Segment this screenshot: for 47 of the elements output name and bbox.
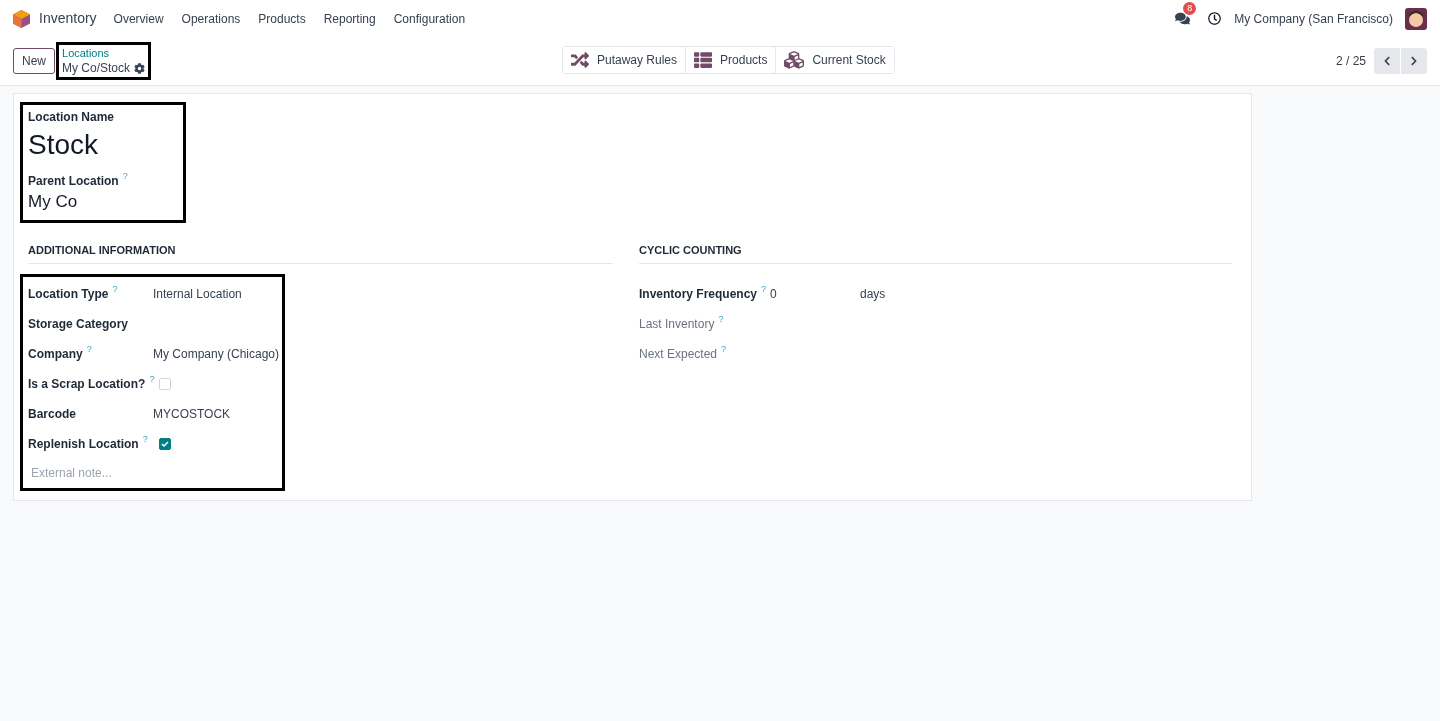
avatar[interactable]	[1405, 7, 1427, 30]
app-title[interactable]: Inventory	[39, 8, 97, 29]
field-value[interactable]: MYCOSTOCK	[153, 404, 231, 423]
list-icon	[694, 51, 713, 69]
parent-location-field[interactable]: My Co	[28, 190, 178, 214]
previous-button[interactable]	[1374, 48, 1400, 74]
field-label: Last Inventory	[639, 315, 715, 333]
settings-icon[interactable]	[134, 62, 146, 74]
location-name-field[interactable]: Stock	[28, 126, 178, 164]
field-label: Location Type	[28, 285, 109, 303]
field-label: Inventory Frequency	[639, 285, 758, 303]
app-logo[interactable]	[13, 9, 30, 28]
field-label: Barcode	[28, 405, 77, 423]
record-title: My Co/Stock	[62, 60, 131, 76]
clock-icon[interactable]	[1208, 12, 1222, 25]
breadcrumb-link[interactable]: Locations	[62, 46, 146, 60]
menu-item[interactable]: Overview	[104, 9, 173, 28]
field-label: Location Name	[28, 109, 115, 126]
field-label: Parent Location	[28, 173, 119, 190]
field-value[interactable]: Internal Location	[153, 284, 242, 303]
field-label: Is a Scrap Location?	[28, 375, 146, 393]
next-button[interactable]	[1401, 48, 1427, 74]
section-title: CYCLIC COUNTING	[639, 242, 1232, 264]
chevron-left-icon	[1382, 56, 1392, 66]
menu-item[interactable]: Operations	[172, 9, 250, 28]
menu-item[interactable]: Products	[249, 9, 315, 28]
pager-value: 2 / 25	[1335, 53, 1366, 70]
new-button[interactable]: New	[13, 48, 55, 74]
smart-button[interactable]: Current Stock	[775, 47, 894, 73]
company-switcher[interactable]: My Company (San Francisco)	[1234, 9, 1393, 28]
field-value[interactable]: My Company (Chicago)	[153, 344, 280, 363]
shuffle-icon	[571, 51, 589, 69]
field-label: Company	[28, 345, 83, 363]
unit-label: days	[860, 285, 886, 303]
field-label: Storage Category	[28, 315, 129, 333]
message-count: 8	[1183, 2, 1197, 15]
cubes-icon	[784, 50, 805, 70]
menu-item[interactable]: Reporting	[314, 9, 385, 28]
note-field[interactable]: External note...	[28, 461, 277, 484]
field-label: Replenish Location	[28, 435, 139, 453]
checkbox[interactable]	[159, 437, 171, 450]
section-title: ADDITIONAL INFORMATION	[28, 242, 613, 264]
menu-item[interactable]: Configuration	[384, 9, 475, 28]
field-label: Next Expected	[639, 345, 718, 363]
messages-icon[interactable]	[1175, 11, 1191, 26]
chevron-right-icon	[1409, 56, 1419, 66]
check-icon	[161, 439, 169, 448]
